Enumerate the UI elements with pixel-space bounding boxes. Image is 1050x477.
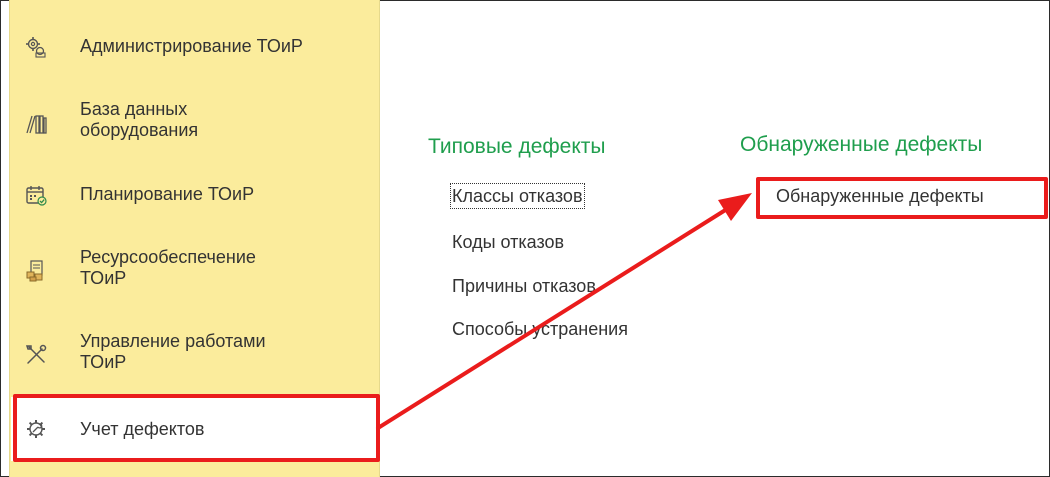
sidebar-item-label: Управление работами ТОиР xyxy=(80,331,266,372)
sidebar-item-administration[interactable]: Администрирование ТОиР xyxy=(10,27,379,67)
sidebar-item-resources[interactable]: Ресурсообеспечение ТОиР xyxy=(10,244,379,294)
highlight-detected-defects-link xyxy=(756,177,1048,219)
sidebar-item-label: Ресурсообеспечение ТОиР xyxy=(80,247,256,288)
sidebar-item-label: База данных оборудования xyxy=(80,99,199,140)
sidebar-item-label: Администрирование ТОиР xyxy=(80,36,303,56)
group-title-typical-defects: Типовые дефекты xyxy=(428,135,606,158)
link-failure-classes[interactable]: Классы отказов xyxy=(450,183,585,209)
books-icon xyxy=(25,113,47,135)
calendar-check-icon xyxy=(25,184,47,206)
link-failure-codes[interactable]: Коды отказов xyxy=(452,231,564,253)
link-elimination-methods[interactable]: Способы устранения xyxy=(452,318,628,340)
group-title-detected-defects: Обнаруженные дефекты xyxy=(740,133,983,156)
sidebar-item-planning[interactable]: Планирование ТОиР xyxy=(10,175,379,215)
sidebar-item-label: Планирование ТОиР xyxy=(80,184,255,204)
settings-gears-icon xyxy=(25,36,47,58)
highlight-defects-menu-item xyxy=(13,394,380,462)
sidebar-item-equipment-db[interactable]: База данных оборудования xyxy=(10,96,379,146)
boxes-clipboard-icon xyxy=(25,260,47,282)
sidebar-item-work-management[interactable]: Управление работами ТОиР xyxy=(10,328,379,378)
link-failure-causes[interactable]: Причины отказов xyxy=(452,275,596,297)
tools-icon xyxy=(25,344,47,366)
